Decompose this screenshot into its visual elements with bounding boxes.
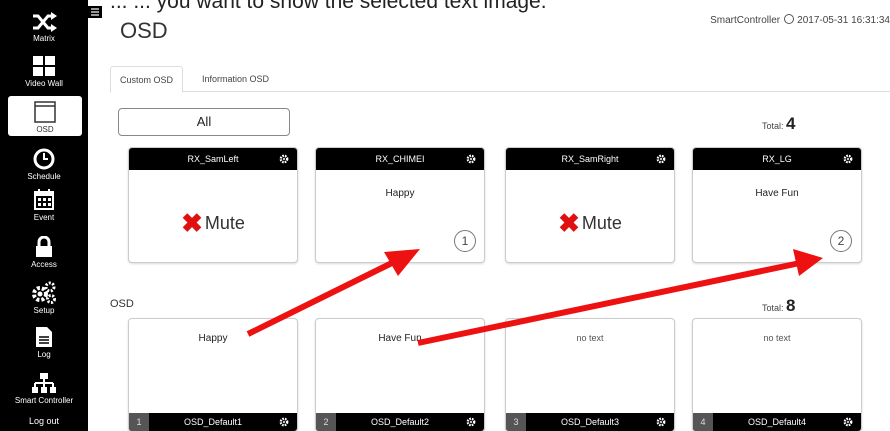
filter-all-button[interactable]: All [118,108,290,136]
osd-number-badge: 1 [454,230,476,252]
app-name: SmartController [710,15,781,26]
sidebar-item-label: Log [37,350,51,359]
osd-index: 1 [129,413,149,431]
osd-card[interactable]: no text 4 OSD_Default4 [692,318,862,431]
sidebar-item-osd[interactable]: OSD [8,96,82,136]
card-header: RX_SamRight [506,148,674,170]
card-footer: 4 OSD_Default4 [693,413,861,431]
receiver-name: RX_LG [762,154,792,164]
osd-card[interactable]: Happy 1 OSD_Default1 [128,318,298,431]
receiver-name: RX_SamRight [561,154,619,164]
total-label: Total: [762,303,784,313]
clock-icon [784,14,795,24]
osd-total: Total: 8 [762,296,796,316]
hamburger-menu-icon[interactable] [88,6,102,18]
tab-bar: Custom OSD Information OSD [110,66,890,93]
sidebar-item-log[interactable]: Log [0,326,88,359]
sidebar-item-video-wall[interactable]: Video Wall [0,55,88,88]
gear-icon[interactable] [466,154,476,164]
sidebar-item-matrix[interactable]: Matrix [0,12,88,43]
osd-name: OSD_Default2 [370,417,430,427]
logout-link[interactable]: Log out [0,416,88,426]
document-icon [36,327,52,347]
sidebar-item-label: Setup [33,306,55,315]
sidebar-item-schedule[interactable]: Schedule [0,148,88,181]
osd-text: Happy [198,333,228,344]
sidebar-item-label: Event [33,213,55,222]
gear-icon[interactable] [843,154,853,164]
gears-icon [32,281,56,304]
receiver-card[interactable]: RX_CHIMEI Happy 1 [315,147,485,263]
clock-icon [33,148,55,170]
osd-name: OSD_Default1 [183,417,243,427]
osd-index: 4 [693,413,713,431]
sidebar-item-label: Smart Controller [14,396,74,405]
receivers-total: Total: 4 [762,114,796,134]
calendar-icon [34,189,54,210]
sidebar-item-label: Schedule [27,172,61,181]
receiver-card[interactable]: RX_LG Have Fun 2 [692,147,862,263]
total-count: 4 [786,114,796,133]
gear-icon[interactable] [279,417,289,427]
card-header: RX_LG [693,148,861,170]
gear-icon[interactable] [656,417,666,427]
osd-index: 3 [506,413,526,431]
sidebar-item-label: OSD [36,125,54,134]
mute-x-icon: ✖ [181,208,203,238]
header-datetime: 2017-05-31 16:31:34 [797,15,890,26]
mute-label: Mute [204,213,245,233]
mute-indicator: ✖ Mute [129,208,297,239]
osd-text: Have Fun [378,333,422,344]
sidebar-item-label: Video Wall [25,79,63,88]
sidebar-item-access[interactable]: Access [0,236,88,269]
tab-custom-osd[interactable]: Custom OSD [110,66,184,93]
gear-icon[interactable] [466,417,476,427]
gear-icon[interactable] [843,417,853,427]
osd-text: Have Fun [755,188,799,199]
gear-icon[interactable] [656,154,666,164]
sidebar: Matrix Video Wall OSD Schedule Event Acc… [0,0,88,431]
osd-text: no text [763,333,791,343]
sidebar-item-label: Access [31,260,57,269]
osd-number-badge: 2 [830,230,852,252]
receiver-card[interactable]: RX_SamRight ✖ Mute [505,147,675,263]
shuffle-icon [33,12,57,32]
mute-x-icon: ✖ [558,208,580,238]
network-icon [32,373,56,393]
receiver-name: RX_CHIMEI [375,154,425,164]
osd-index: 2 [316,413,336,431]
receiver-name: RX_SamLeft [187,154,239,164]
mute-label: Mute [581,213,622,233]
osd-name: OSD_Default4 [747,417,807,427]
sidebar-item-event[interactable]: Event [0,189,88,222]
receiver-card[interactable]: RX_SamLeft ✖ Mute [128,147,298,263]
window-icon [34,101,56,123]
lock-icon [36,236,52,257]
osd-card[interactable]: Have Fun 2 OSD_Default2 [315,318,485,431]
osd-name: OSD_Default3 [560,417,620,427]
card-header: RX_CHIMEI [316,148,484,170]
sidebar-item-smart-controller[interactable]: Smart Controller [0,372,88,405]
osd-page: ... ... you want to show the selected te… [0,0,890,431]
osd-section-title: OSD [110,298,134,310]
osd-text: no text [576,333,604,343]
total-label: Total: [762,121,784,131]
gear-icon[interactable] [279,154,289,164]
total-count: 8 [786,296,796,315]
header-info: SmartController 2017-05-31 16:31:34 [710,14,890,26]
osd-card[interactable]: no text 3 OSD_Default3 [505,318,675,431]
card-footer: 3 OSD_Default3 [506,413,674,431]
sidebar-item-setup[interactable]: Setup [0,280,88,315]
tab-information-osd[interactable]: Information OSD [193,66,278,93]
card-footer: 2 OSD_Default2 [316,413,484,431]
card-footer: 1 OSD_Default1 [129,413,297,431]
card-header: RX_SamLeft [129,148,297,170]
mute-indicator: ✖ Mute [506,208,674,239]
sidebar-item-label: Matrix [33,34,55,43]
page-title: OSD [120,18,168,43]
osd-text: Happy [385,188,415,199]
tutorial-caption: ... ... you want to show the selected te… [110,0,547,13]
grid-icon [33,56,55,76]
